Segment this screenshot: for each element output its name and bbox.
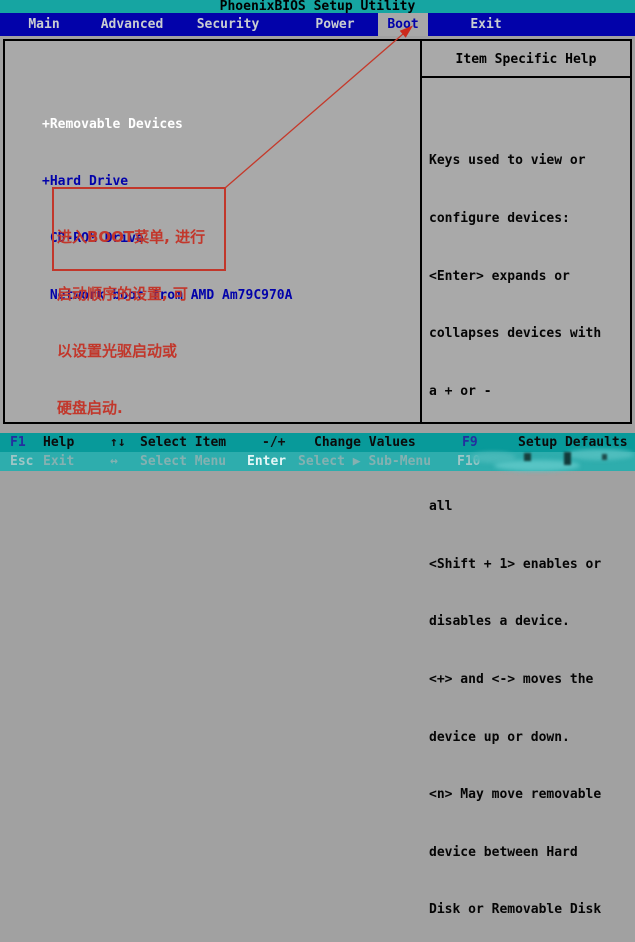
key-updown-icon: ↑↓	[110, 433, 126, 452]
annotation-line: 硬盘启动.	[57, 399, 224, 418]
smudge-mark	[564, 452, 571, 465]
help-line: all	[429, 497, 601, 516]
tab-power[interactable]: Power	[305, 13, 365, 36]
help-line: configure devices:	[429, 209, 601, 228]
tab-security[interactable]: Security	[192, 13, 264, 36]
key-esc-label: Exit	[43, 452, 74, 471]
key-esc: Esc	[10, 452, 33, 471]
key-leftright-label: Select Menu	[140, 452, 226, 471]
key-updown-label: Select Item	[140, 433, 226, 452]
help-line: <Enter> expands or	[429, 267, 601, 286]
annotation-line: 以设置光驱启动或	[57, 342, 224, 361]
annotation-line: 启动顺序的设置, 可	[57, 285, 224, 304]
list-item-removable-devices[interactable]: +Removable Devices	[42, 115, 292, 134]
help-line: <n> May move removable	[429, 785, 601, 804]
annotation-box: 进入BOOT菜单, 进行 启动顺序的设置, 可 以设置光驱启动或 硬盘启动.	[52, 187, 226, 271]
key-f9: F9	[462, 433, 478, 452]
key-f1-label: Help	[43, 433, 74, 452]
smudge-mark	[524, 453, 531, 461]
help-line: Disk or Removable Disk	[429, 900, 601, 919]
menu-bar: Main Advanced Security Power Boot Exit	[0, 13, 635, 36]
help-line: disables a device.	[429, 612, 601, 631]
help-line: device up or down.	[429, 728, 601, 747]
help-panel: Item Specific Help Keys used to view or …	[420, 41, 630, 422]
tab-exit[interactable]: Exit	[458, 13, 514, 36]
help-line: collapses devices with	[429, 324, 601, 343]
tab-main[interactable]: Main	[14, 13, 74, 36]
help-line: Keys used to view or	[429, 151, 601, 170]
key-f1: F1	[10, 433, 26, 452]
key-minusplus-label: Change Values	[314, 433, 416, 452]
help-line: <+> and <-> moves the	[429, 670, 601, 689]
boot-menu-panel: +Removable Devices +Hard Drive CD-ROM Dr…	[3, 39, 632, 424]
key-enter: Enter	[247, 452, 286, 471]
help-line: device between Hard	[429, 843, 601, 862]
help-panel-title: Item Specific Help	[422, 41, 630, 78]
key-enter-label: Select ▶ Sub-Menu	[298, 452, 431, 471]
bios-title: PhoenixBIOS Setup Utility	[0, 0, 635, 13]
help-text: Keys used to view or configure devices: …	[429, 113, 601, 942]
key-leftright-icon: ↔	[110, 452, 118, 471]
help-line: <Shift + 1> enables or	[429, 555, 601, 574]
tab-boot-active[interactable]: Boot	[378, 13, 428, 36]
annotation-line: 进入BOOT菜单, 进行	[57, 228, 224, 247]
key-minusplus: -/+	[262, 433, 285, 452]
smudge-blob	[566, 449, 634, 460]
smudge-mark	[602, 454, 607, 460]
erased-text-smudge	[492, 446, 635, 471]
statusbar-row2: Esc Exit ↔ Select Menu Enter Select ▶ Su…	[0, 452, 635, 471]
help-line: a + or -	[429, 382, 601, 401]
tab-advanced[interactable]: Advanced	[92, 13, 172, 36]
